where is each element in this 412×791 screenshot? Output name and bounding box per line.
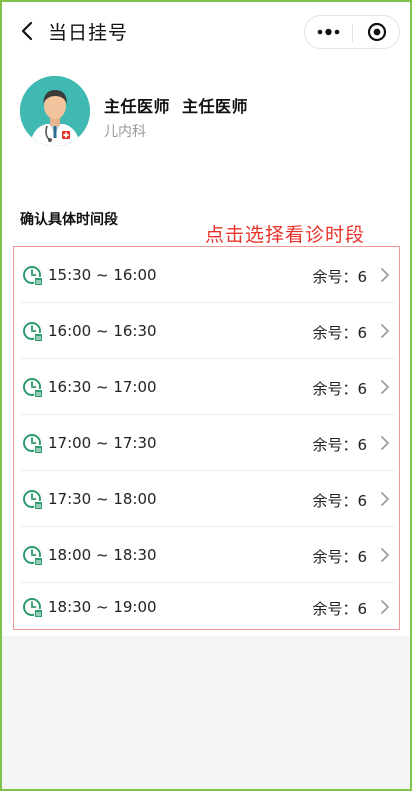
clock-calendar-icon: [23, 546, 43, 566]
slot-time: 18:30 ~ 19:00: [48, 598, 157, 616]
close-button[interactable]: [353, 16, 400, 48]
section-title: 确认具体时间段: [20, 212, 118, 228]
doctor-titles: 主任医师 主任医师: [104, 93, 248, 117]
slot-time: 17:00 ~ 17:30: [48, 434, 157, 452]
time-slot-row[interactable]: 18:00 ~ 18:30 余号：6: [14, 527, 399, 583]
doctor-avatar-icon: [20, 76, 90, 146]
doctor-card: 主任医师 主任医师 儿内科: [2, 62, 410, 190]
slot-remaining: 余号：6: [312, 324, 367, 342]
clock-calendar-icon: [23, 378, 43, 398]
clock-calendar-icon: [23, 598, 43, 618]
slot-time: 16:30 ~ 17:00: [48, 378, 157, 396]
clock-calendar-icon: [23, 266, 43, 286]
chevron-right-icon: [381, 600, 389, 614]
page-title: 当日挂号: [48, 22, 129, 44]
doctor-title-1: 主任医师: [104, 97, 171, 116]
chevron-right-icon: [381, 492, 389, 506]
slot-remaining: 余号：6: [312, 436, 367, 454]
clock-calendar-icon: [23, 490, 43, 510]
slot-remaining: 余号：6: [312, 268, 367, 286]
chevron-right-icon: [381, 548, 389, 562]
time-slot-row[interactable]: 16:30 ~ 17:00 余号：6: [14, 359, 399, 415]
time-slot-row[interactable]: 17:30 ~ 18:00 余号：6: [14, 471, 399, 527]
chevron-right-icon: [381, 324, 389, 338]
slot-time: 16:00 ~ 16:30: [48, 322, 157, 340]
chevron-right-icon: [381, 380, 389, 394]
navbar: 当日挂号: [2, 2, 410, 62]
slot-time: 15:30 ~ 16:00: [48, 266, 157, 284]
clock-calendar-icon: [23, 322, 43, 342]
doctor-avatar: [20, 76, 90, 146]
time-slot-row[interactable]: 17:00 ~ 17:30 余号：6: [14, 415, 399, 471]
more-dots-icon: [317, 28, 340, 36]
back-button[interactable]: [16, 19, 40, 43]
chevron-right-icon: [381, 268, 389, 282]
slot-remaining: 余号：6: [312, 600, 367, 618]
doctor-title-2: 主任医师: [182, 97, 249, 116]
more-button[interactable]: [305, 16, 352, 48]
chevron-left-icon: [21, 21, 33, 41]
doctor-department: 儿内科: [104, 124, 146, 140]
slot-remaining: 余号：6: [312, 548, 367, 566]
time-slot-row[interactable]: 15:30 ~ 16:00 余号：6: [14, 247, 399, 303]
chevron-right-icon: [381, 436, 389, 450]
time-slot-row[interactable]: 18:30 ~ 19:00 余号：6: [14, 583, 399, 629]
time-slot-section: 确认具体时间段 点击选择看诊时段 15:30 ~ 16:00 余号：6 16:0…: [2, 190, 410, 636]
miniprogram-capsule: [304, 15, 400, 49]
slot-remaining: 余号：6: [312, 380, 367, 398]
annotation-hint: 点击选择看诊时段: [205, 224, 366, 246]
slot-remaining: 余号：6: [312, 492, 367, 510]
target-circle-icon: [367, 22, 387, 42]
slot-time: 17:30 ~ 18:00: [48, 490, 157, 508]
slot-time: 18:00 ~ 18:30: [48, 546, 157, 564]
app-frame: 当日挂号 主任医师 主任医师 儿内科 确认具体时间段 点击选择看诊时段 15:3…: [0, 0, 412, 791]
time-slot-row[interactable]: 16:00 ~ 16:30 余号：6: [14, 303, 399, 359]
clock-calendar-icon: [23, 434, 43, 454]
